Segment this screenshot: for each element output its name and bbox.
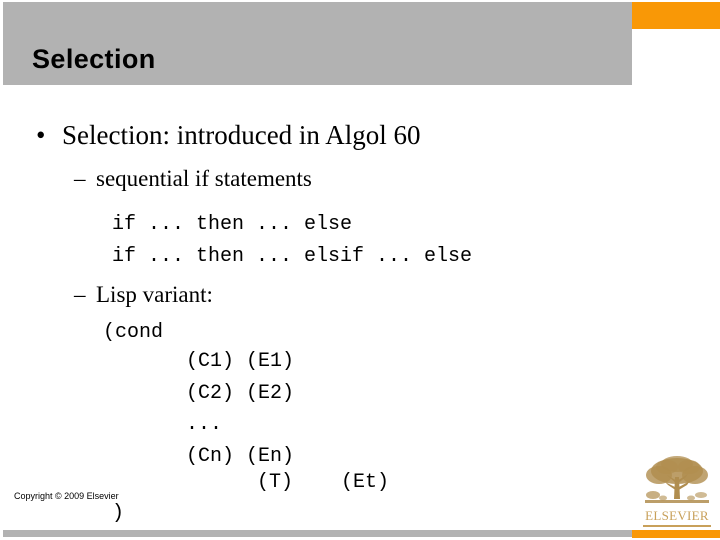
code-line-cond-close: ) (112, 502, 125, 525)
slide-body: • Selection: introduced in Algol 60 – sequ… (0, 0, 720, 540)
code-line-clause-true: (T) (Et) (257, 471, 390, 494)
code-line-clause-n: (Cn) (En) (186, 445, 295, 468)
bullet-item-label: Selection: introduced in Algol 60 (62, 120, 421, 150)
logo-underline (643, 525, 711, 527)
slide: Selection • Selection: introduced in Algo… (0, 0, 720, 540)
sub-bullet-item-sequential-if: – sequential if statements (74, 166, 312, 191)
tree-icon (645, 456, 709, 503)
code-line-clause-1: (C1) (E1) (186, 350, 295, 373)
sub-bullet-item-lisp-variant: – Lisp variant: (74, 282, 213, 307)
code-line-ellipsis: ... (186, 413, 223, 436)
code-line-clause-2: (C2) (E2) (186, 382, 295, 405)
elsevier-wordmark: ELSEVIER (645, 508, 709, 523)
bullet-glyph: • (36, 120, 46, 150)
bullet-item-selection: • Selection: introduced in Algol 60 (36, 120, 421, 150)
copyright-notice: Copyright © 2009 Elsevier (14, 491, 119, 501)
code-line-if-then-else: if ... then ... else (112, 213, 353, 236)
sub-bullet-item-label: Lisp variant: (96, 282, 213, 307)
dash-glyph: – (74, 166, 86, 191)
elsevier-logo: ELSEVIER (643, 455, 711, 530)
footer-gray-bar (3, 530, 632, 537)
code-line-cond-open: (cond (103, 321, 164, 344)
footer-orange-accent-bar (632, 530, 720, 538)
code-line-if-then-elsif-else: if ... then ... elsif ... else (112, 245, 473, 268)
dash-glyph: – (74, 282, 86, 307)
sub-bullet-item-label: sequential if statements (96, 166, 312, 191)
